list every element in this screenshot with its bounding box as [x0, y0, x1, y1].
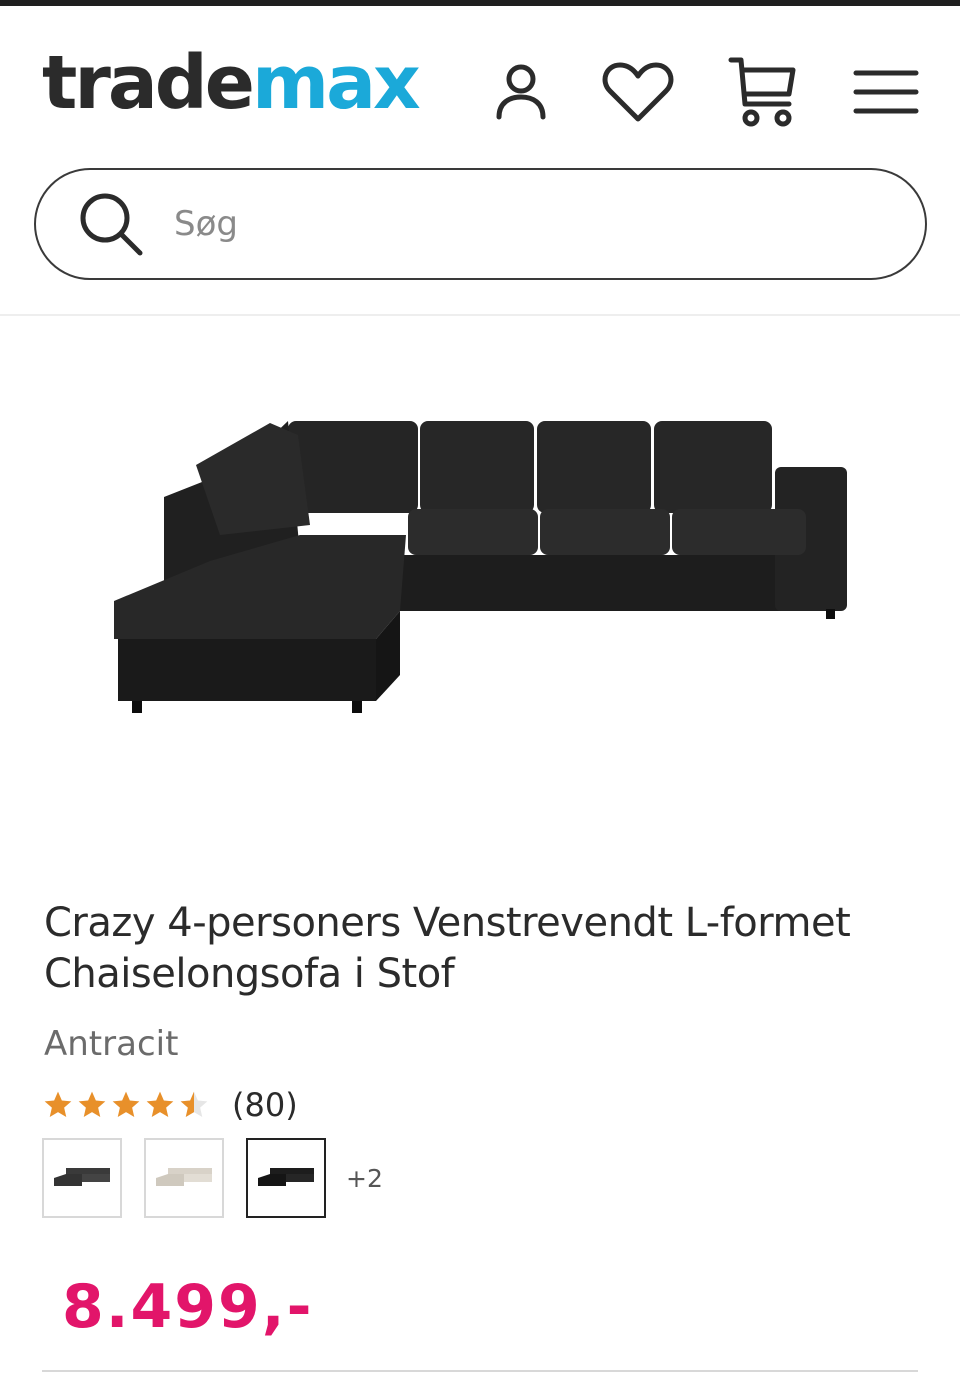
search-input[interactable] [174, 204, 834, 244]
menu-icon[interactable] [846, 50, 926, 134]
product-variant: Antracit [44, 1024, 179, 1064]
trademax-logo[interactable]: trademax [42, 46, 421, 120]
search-bar[interactable] [34, 168, 927, 280]
star-full-icon [146, 1091, 174, 1117]
section-divider [42, 1370, 918, 1372]
sofa-thumbnail-icon [156, 1168, 212, 1186]
product-rating[interactable]: (80) [42, 1085, 298, 1125]
swatch-dark-grey[interactable] [42, 1138, 122, 1218]
star-half-icon [180, 1091, 208, 1117]
site-header: trademax [0, 6, 960, 316]
swatch-anthracite-selected[interactable] [246, 1138, 326, 1218]
sofa-thumbnail-icon [258, 1168, 314, 1186]
sofa-thumbnail-icon [54, 1168, 110, 1186]
logo-part-trade: trade [42, 40, 255, 126]
swatch-beige[interactable] [144, 1138, 224, 1218]
color-swatches: +2 [42, 1138, 383, 1218]
star-full-icon [78, 1091, 106, 1117]
review-count[interactable]: (80) [232, 1086, 298, 1124]
heart-icon[interactable] [598, 50, 678, 134]
account-icon[interactable] [486, 50, 556, 134]
product-title: Crazy 4-personers Venstrevendt L-formet … [44, 900, 851, 997]
rating-stars [42, 1089, 212, 1121]
product-price: 8.499,- [62, 1272, 314, 1342]
search-icon [80, 193, 143, 256]
star-full-icon [112, 1091, 140, 1117]
product-image-sofa[interactable] [100, 405, 860, 725]
more-swatches-link[interactable]: +2 [346, 1164, 383, 1193]
star-full-icon [44, 1091, 72, 1117]
logo-part-max: max [251, 40, 421, 126]
cart-icon[interactable] [722, 50, 802, 134]
